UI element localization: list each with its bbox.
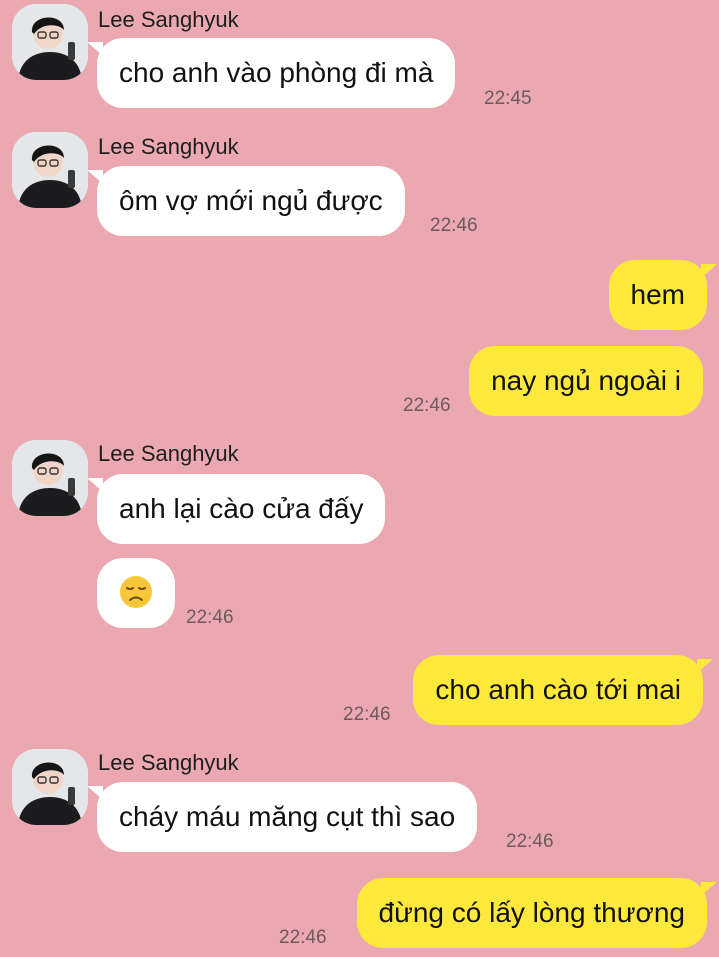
message-time: 22:46 bbox=[430, 215, 478, 236]
avatar-photo-icon bbox=[12, 749, 88, 825]
avatar-photo-icon bbox=[12, 440, 88, 516]
message-bubble[interactable]: đừng có lấy lòng thương bbox=[356, 878, 718, 948]
message-bubble[interactable]: ôm vợ mới ngủ được bbox=[87, 166, 405, 236]
message-bubble[interactable]: cháy máu măng cụt thì sao bbox=[86, 782, 478, 852]
message-bubble[interactable]: cho anh vào phòng đi mà bbox=[86, 38, 456, 108]
sender-name: Lee Sanghyuk bbox=[98, 750, 239, 775]
sender-name: Lee Sanghyuk bbox=[98, 441, 239, 466]
message-time: 22:46 bbox=[279, 927, 327, 948]
message-time: 22:46 bbox=[186, 607, 234, 628]
message-time: 22:46 bbox=[403, 395, 451, 416]
message-time: 22:46 bbox=[506, 831, 554, 852]
avatar[interactable] bbox=[12, 440, 88, 516]
sender-name: Lee Sanghyuk bbox=[98, 7, 239, 32]
avatar-photo-icon bbox=[12, 132, 88, 208]
message-bubble[interactable] bbox=[97, 558, 175, 628]
message-bubble[interactable]: hem bbox=[608, 260, 718, 330]
message-time: 22:45 bbox=[484, 88, 532, 109]
message-time: 22:46 bbox=[343, 704, 391, 725]
avatar[interactable] bbox=[12, 4, 88, 80]
message-bubble[interactable]: anh lại cào cửa đấy bbox=[86, 474, 386, 544]
message-bubble[interactable]: cho anh cào tới mai bbox=[413, 655, 713, 725]
message-bubble[interactable]: nay ngủ ngoài i bbox=[469, 346, 703, 416]
avatar[interactable] bbox=[12, 749, 88, 825]
disappointed-face-icon bbox=[120, 575, 152, 608]
avatar[interactable] bbox=[12, 132, 88, 208]
sender-name: Lee Sanghyuk bbox=[98, 134, 239, 159]
avatar-photo-icon bbox=[12, 4, 88, 80]
